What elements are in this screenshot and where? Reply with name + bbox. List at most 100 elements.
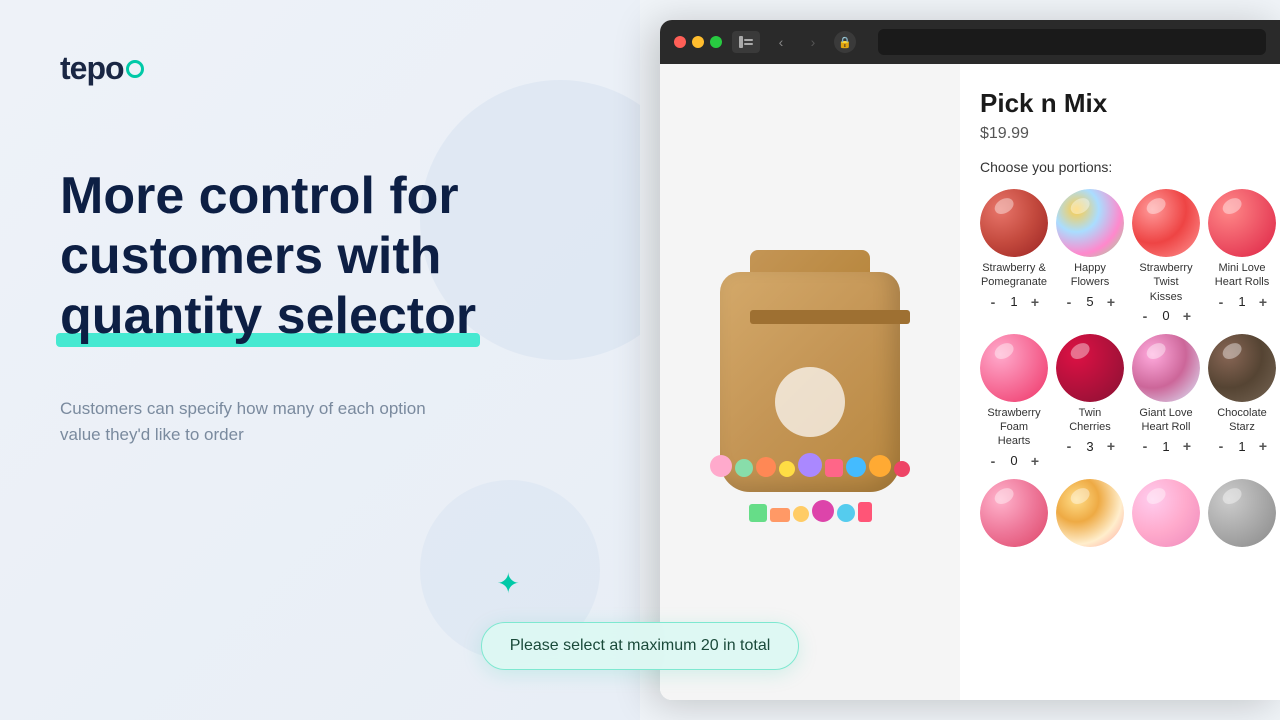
bag-seal bbox=[750, 310, 910, 324]
qty-increase-mini-love[interactable]: + bbox=[1255, 294, 1271, 310]
qty-value-giant-love: 1 bbox=[1159, 439, 1173, 454]
candy-image-twin-cherries bbox=[1056, 334, 1124, 402]
candy-item-row3b bbox=[1056, 479, 1124, 547]
product-info: Pick n Mix $19.99 Choose you portions: S… bbox=[960, 64, 1280, 700]
back-button[interactable]: ‹ bbox=[770, 31, 792, 53]
candy-item-happy-flowers: HappyFlowers - 5 + bbox=[1056, 189, 1124, 324]
product-image bbox=[700, 242, 920, 522]
qty-control-strawberry-pom: - 1 + bbox=[985, 294, 1043, 310]
close-dot[interactable] bbox=[674, 36, 686, 48]
sidebar-toggle-button[interactable] bbox=[732, 31, 760, 53]
choose-label: Choose you portions: bbox=[980, 159, 1260, 175]
qty-decrease-strawberry-twist[interactable]: - bbox=[1137, 308, 1153, 324]
bag-logo-circle bbox=[775, 367, 845, 437]
candy-name-choc-starz: ChocolateStarz bbox=[1217, 406, 1267, 435]
toast-message: Please select at maximum 20 in total bbox=[510, 637, 771, 654]
candy-item-strawberry-pom: Strawberry &Pomegranate - 1 + bbox=[980, 189, 1048, 324]
qty-control-giant-love: - 1 + bbox=[1137, 438, 1195, 454]
headline-line2: customers with bbox=[60, 227, 441, 285]
product-title: Pick n Mix bbox=[980, 88, 1260, 119]
candy-name-happy-flowers: HappyFlowers bbox=[1071, 261, 1110, 290]
qty-increase-twin-cherries[interactable]: + bbox=[1103, 438, 1119, 454]
right-panel: ‹ › 🔒 bbox=[640, 0, 1280, 720]
candy-image-happy-flowers bbox=[1056, 189, 1124, 257]
candy-item-row3a bbox=[980, 479, 1048, 547]
subtext: Customers can specify how many of each o… bbox=[60, 396, 460, 447]
candy-item-choc-starz: ChocolateStarz - 1 + bbox=[1208, 334, 1276, 469]
headline-line1: More control for bbox=[60, 167, 459, 225]
candy-image-foam-hearts bbox=[980, 334, 1048, 402]
candy-name-mini-love: Mini LoveHeart Rolls bbox=[1215, 261, 1269, 290]
candy-item-twin-cherries: TwinCherries - 3 + bbox=[1056, 334, 1124, 469]
toast-container: Please select at maximum 20 in total bbox=[190, 622, 1090, 670]
product-page: Pick n Mix $19.99 Choose you portions: S… bbox=[660, 64, 1280, 700]
candy-item-mini-love: Mini LoveHeart Rolls - 1 + bbox=[1208, 189, 1276, 324]
candy-image-choc-starz bbox=[1208, 334, 1276, 402]
candy-name-giant-love: Giant LoveHeart Roll bbox=[1139, 406, 1192, 435]
qty-increase-strawberry-twist[interactable]: + bbox=[1179, 308, 1195, 324]
star-decoration: ✦ bbox=[497, 567, 520, 600]
candy-image-mini-love bbox=[1208, 189, 1276, 257]
qty-value-foam-hearts: 0 bbox=[1007, 453, 1021, 468]
qty-value-strawberry-pom: 1 bbox=[1007, 294, 1021, 309]
logo-circle-icon bbox=[126, 60, 144, 78]
qty-value-mini-love: 1 bbox=[1235, 294, 1249, 309]
qty-control-foam-hearts: - 0 + bbox=[985, 453, 1043, 469]
qty-increase-foam-hearts[interactable]: + bbox=[1027, 453, 1043, 469]
candy-image-strawberry-pom bbox=[980, 189, 1048, 257]
candy-image-row3d bbox=[1208, 479, 1276, 547]
qty-increase-happy-flowers[interactable]: + bbox=[1103, 294, 1119, 310]
forward-button[interactable]: › bbox=[802, 31, 824, 53]
qty-increase-giant-love[interactable]: + bbox=[1179, 438, 1195, 454]
qty-decrease-foam-hearts[interactable]: - bbox=[985, 453, 1001, 469]
minimize-dot[interactable] bbox=[692, 36, 704, 48]
candy-image-giant-love bbox=[1132, 334, 1200, 402]
logo: tepo bbox=[60, 50, 580, 87]
candy-item-giant-love: Giant LoveHeart Roll - 1 + bbox=[1132, 334, 1200, 469]
qty-control-mini-love: - 1 + bbox=[1213, 294, 1271, 310]
browser-window: ‹ › 🔒 bbox=[660, 20, 1280, 700]
qty-increase-choc-starz[interactable]: + bbox=[1255, 438, 1271, 454]
qty-control-choc-starz: - 1 + bbox=[1213, 438, 1271, 454]
candy-item-foam-hearts: StrawberryFoamHearts - 0 + bbox=[980, 334, 1048, 469]
headline-highlight: quantity selector bbox=[60, 287, 476, 345]
qty-control-strawberry-twist: - 0 + bbox=[1137, 308, 1195, 324]
candy-pile bbox=[700, 432, 920, 522]
logo-text: tepo bbox=[60, 50, 124, 87]
product-price: $19.99 bbox=[980, 125, 1260, 143]
qty-control-happy-flowers: - 5 + bbox=[1061, 294, 1119, 310]
qty-decrease-twin-cherries[interactable]: - bbox=[1061, 438, 1077, 454]
candy-grid: Strawberry &Pomegranate - 1 + HappyFlowe… bbox=[980, 189, 1260, 547]
browser-toolbar: ‹ › 🔒 bbox=[660, 20, 1280, 64]
qty-value-choc-starz: 1 bbox=[1235, 439, 1249, 454]
candy-image-row3c bbox=[1132, 479, 1200, 547]
qty-decrease-choc-starz[interactable]: - bbox=[1213, 438, 1229, 454]
security-icon: 🔒 bbox=[834, 31, 856, 53]
candy-image-row3b bbox=[1056, 479, 1124, 547]
qty-value-strawberry-twist: 0 bbox=[1159, 308, 1173, 323]
left-panel: tepo More control for customers with qua… bbox=[0, 0, 640, 720]
browser-traffic-lights bbox=[674, 36, 722, 48]
toast-notification: Please select at maximum 20 in total bbox=[481, 622, 800, 670]
qty-decrease-happy-flowers[interactable]: - bbox=[1061, 294, 1077, 310]
candy-name-strawberry-pom: Strawberry &Pomegranate bbox=[981, 261, 1047, 290]
qty-decrease-giant-love[interactable]: - bbox=[1137, 438, 1153, 454]
qty-decrease-mini-love[interactable]: - bbox=[1213, 294, 1229, 310]
headline: More control for customers with quantity… bbox=[60, 167, 580, 346]
candy-name-twin-cherries: TwinCherries bbox=[1069, 406, 1111, 435]
candy-name-foam-hearts: StrawberryFoamHearts bbox=[987, 406, 1040, 449]
maximize-dot[interactable] bbox=[710, 36, 722, 48]
candy-item-row3d bbox=[1208, 479, 1276, 547]
address-bar[interactable] bbox=[878, 29, 1266, 55]
qty-increase-strawberry-pom[interactable]: + bbox=[1027, 294, 1043, 310]
qty-value-twin-cherries: 3 bbox=[1083, 439, 1097, 454]
candy-image-strawberry-twist bbox=[1132, 189, 1200, 257]
candy-name-strawberry-twist: StrawberryTwistKisses bbox=[1139, 261, 1192, 304]
candy-item-row3c bbox=[1132, 479, 1200, 547]
candy-image-row3a bbox=[980, 479, 1048, 547]
candy-item-strawberry-twist: StrawberryTwistKisses - 0 + bbox=[1132, 189, 1200, 324]
qty-control-twin-cherries: - 3 + bbox=[1061, 438, 1119, 454]
qty-value-happy-flowers: 5 bbox=[1083, 294, 1097, 309]
qty-decrease-strawberry-pom[interactable]: - bbox=[985, 294, 1001, 310]
product-image-area bbox=[660, 64, 960, 700]
